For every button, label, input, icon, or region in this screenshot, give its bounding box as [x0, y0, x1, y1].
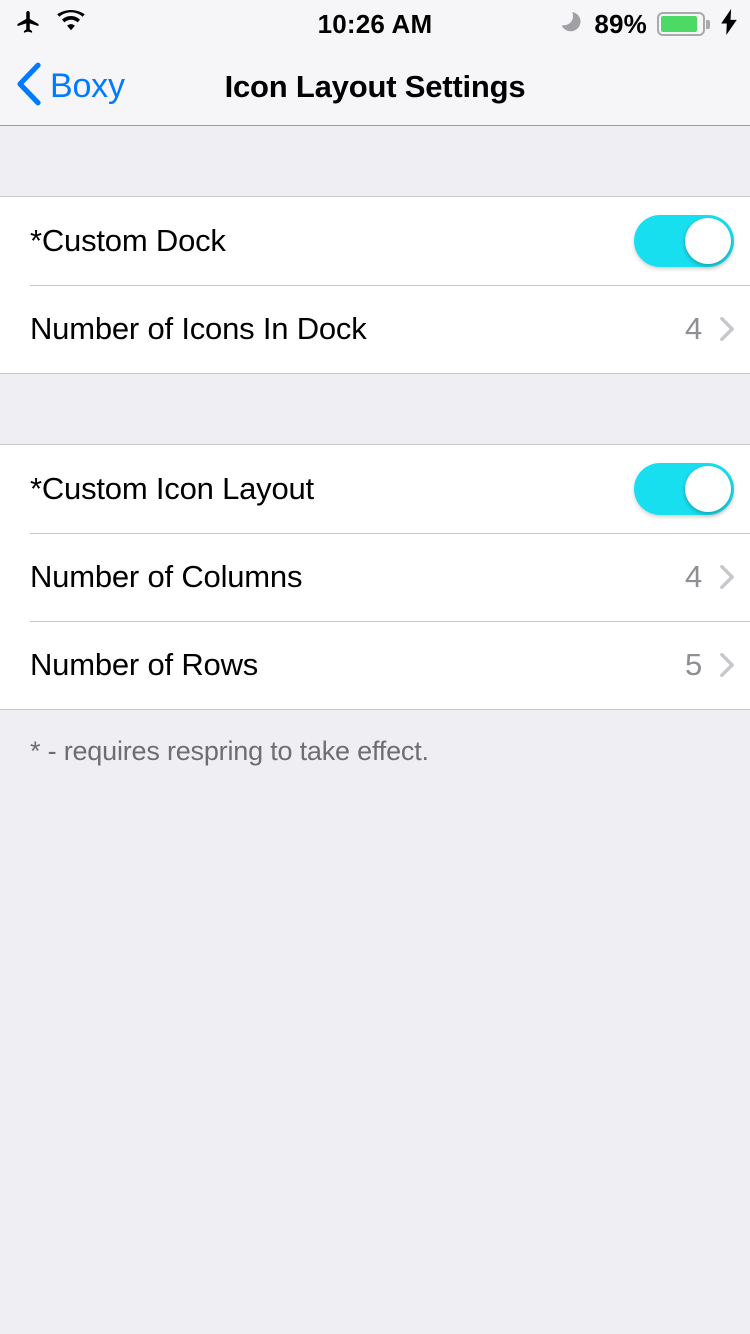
- row-number-of-columns[interactable]: Number of Columns 4: [0, 533, 750, 621]
- row-custom-icon-layout[interactable]: *Custom Icon Layout: [0, 445, 750, 533]
- custom-icon-layout-switch[interactable]: [634, 463, 734, 515]
- battery-icon: [657, 12, 710, 36]
- row-accessory: 4: [685, 311, 734, 347]
- row-label: Number of Rows: [30, 647, 259, 682]
- back-button-label: Boxy: [50, 67, 125, 105]
- status-time: 10:26 AM: [317, 8, 433, 39]
- status-bar-left: [14, 8, 86, 41]
- section-icon-layout: *Custom Icon Layout Number of Columns 4 …: [0, 445, 750, 709]
- footer-note: * - requires respring to take effect.: [30, 736, 429, 766]
- battery-nub: [706, 19, 710, 29]
- row-label: *Custom Dock: [30, 223, 226, 258]
- wifi-icon: [56, 9, 86, 39]
- battery-body: [657, 12, 705, 36]
- row-value: 4: [684, 559, 702, 594]
- airplane-icon: [14, 8, 42, 41]
- chevron-right-icon: [720, 317, 734, 341]
- status-bar-right: 89%: [560, 0, 738, 48]
- row-label: Number of Icons In Dock: [30, 311, 367, 346]
- navigation-bar: Boxy Icon Layout Settings: [0, 48, 750, 126]
- row-accessory: [634, 463, 734, 515]
- row-number-of-rows[interactable]: Number of Rows 5: [0, 621, 750, 709]
- status-bar: 10:26 AM 89%: [0, 0, 750, 48]
- section-gap-middle: [0, 373, 750, 445]
- row-label: *Custom Icon Layout: [30, 471, 314, 506]
- chevron-right-icon: [720, 565, 734, 589]
- moon-icon: [560, 10, 584, 39]
- row-number-of-icons-in-dock[interactable]: Number of Icons In Dock 4: [0, 285, 750, 373]
- row-accessory: [634, 215, 734, 267]
- lightning-bolt-icon: [720, 8, 738, 40]
- row-accessory: 4: [685, 559, 734, 595]
- section-dock: *Custom Dock Number of Icons In Dock 4: [0, 197, 750, 373]
- row-label: Number of Columns: [30, 559, 303, 594]
- battery-fill: [661, 16, 697, 32]
- settings-screen: 10:26 AM 89% Boxy Icon Layout Settings *…: [0, 0, 750, 1334]
- row-value: 5: [684, 647, 702, 682]
- row-custom-dock[interactable]: *Custom Dock: [0, 197, 750, 285]
- section-footer: * - requires respring to take effect.: [0, 709, 750, 767]
- chevron-left-icon: [16, 62, 42, 111]
- chevron-right-icon: [720, 653, 734, 677]
- switch-knob: [685, 218, 731, 264]
- custom-dock-switch[interactable]: [634, 215, 734, 267]
- switch-knob: [685, 466, 731, 512]
- section-gap-top: [0, 126, 750, 197]
- battery-percent-label: 89%: [594, 8, 647, 39]
- row-accessory: 5: [685, 647, 734, 683]
- back-button[interactable]: Boxy: [0, 62, 125, 111]
- row-value: 4: [684, 311, 702, 346]
